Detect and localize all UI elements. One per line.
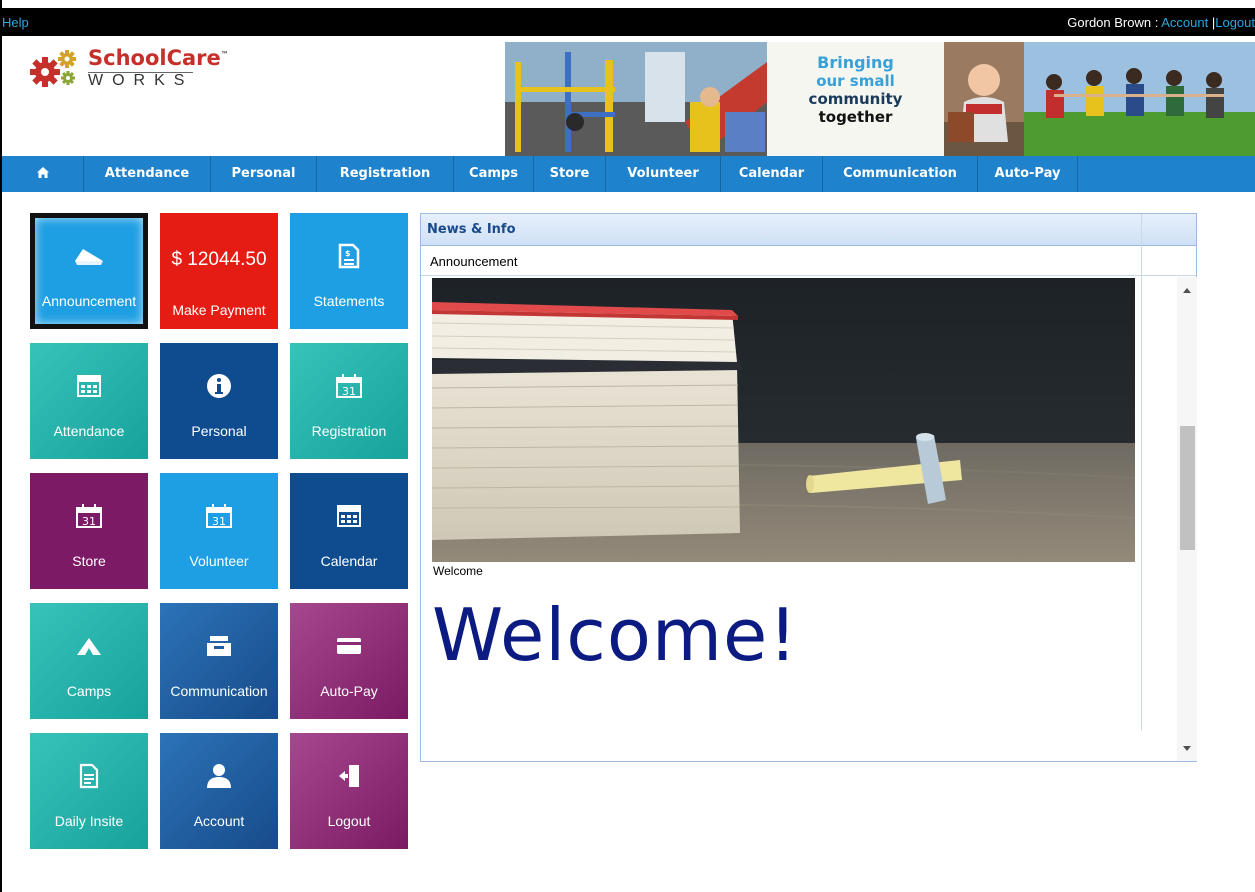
welcome-heading: Welcome! bbox=[432, 593, 799, 677]
svg-text:31: 31 bbox=[342, 385, 356, 398]
tile-daily-insite[interactable]: Daily Insite bbox=[30, 733, 148, 849]
tile-camps[interactable]: Camps bbox=[30, 603, 148, 719]
tile-store[interactable]: 31 Store bbox=[30, 473, 148, 589]
gears-icon bbox=[30, 50, 76, 87]
tile-label: Statements bbox=[313, 293, 385, 309]
slogan-line-3: community bbox=[808, 90, 903, 108]
tile-label: Logout bbox=[327, 813, 371, 829]
nav-home[interactable] bbox=[2, 156, 84, 192]
image-caption: Welcome bbox=[433, 564, 483, 578]
tile-announcement[interactable]: Announcement bbox=[30, 213, 148, 329]
nav-attendance[interactable]: Attendance bbox=[84, 156, 211, 192]
news-panel: News & Info Announcement Welcome Welcome… bbox=[420, 213, 1197, 762]
user-icon bbox=[207, 764, 231, 788]
tent-icon bbox=[77, 638, 101, 655]
tile-label: Daily Insite bbox=[54, 813, 124, 829]
playground-photo bbox=[505, 42, 767, 156]
home-icon bbox=[36, 167, 49, 178]
help-link[interactable]: Help bbox=[2, 15, 29, 30]
tile-logout[interactable]: Logout bbox=[290, 733, 408, 849]
child-photo bbox=[944, 42, 1024, 156]
scroll-up-arrow-icon[interactable] bbox=[1177, 283, 1197, 297]
slogan-line-2: our small bbox=[816, 72, 895, 90]
tile-statements[interactable]: $ Statements bbox=[290, 213, 408, 329]
announcement-content: Welcome Welcome! bbox=[422, 277, 1141, 761]
nav-camps[interactable]: Camps bbox=[454, 156, 534, 192]
tile-label: Attendance bbox=[53, 423, 125, 439]
tile-auto-pay[interactable]: Auto-Pay bbox=[290, 603, 408, 719]
svg-text:31: 31 bbox=[82, 515, 96, 528]
logout-door-icon bbox=[339, 765, 359, 787]
tile-label: Communication bbox=[170, 683, 268, 699]
payment-amount: $ 12044.50 bbox=[171, 249, 267, 270]
schoolcare-logo[interactable]: SchoolCare™ WORKS bbox=[28, 44, 258, 94]
top-bar: Help Gordon Brown : Account |Logout bbox=[2, 8, 1255, 36]
tile-label: Volunteer bbox=[189, 553, 249, 569]
tile-personal[interactable]: Personal bbox=[160, 343, 278, 459]
megaphone-icon bbox=[75, 249, 103, 265]
calendar-31-icon: 31 bbox=[76, 504, 102, 528]
tile-label: Registration bbox=[311, 423, 387, 439]
logout-link[interactable]: Logout bbox=[1215, 15, 1255, 30]
vertical-scrollbar[interactable] bbox=[1177, 277, 1197, 761]
tile-label: Announcement bbox=[41, 293, 137, 309]
document-icon bbox=[79, 763, 99, 789]
main-nav: Attendance Personal Registration Camps S… bbox=[2, 156, 1255, 192]
tile-calendar[interactable]: Calendar bbox=[290, 473, 408, 589]
banner-slogan: Bringing our small community together bbox=[767, 42, 944, 156]
calendar-grid-icon bbox=[77, 375, 101, 397]
tile-make-payment[interactable]: $ 12044.50 Make Payment bbox=[160, 213, 278, 329]
column-header: Announcement bbox=[421, 246, 1196, 276]
news-panel-title: News & Info bbox=[421, 214, 1196, 246]
credit-card-icon bbox=[337, 638, 361, 654]
nav-volunteer[interactable]: Volunteer bbox=[606, 156, 721, 192]
slogan-line-1: Bringing bbox=[817, 53, 894, 72]
tile-registration[interactable]: 31 Registration bbox=[290, 343, 408, 459]
app-window: Help Gordon Brown : Account |Logout Scho… bbox=[0, 0, 1255, 892]
tile-attendance[interactable]: Attendance bbox=[30, 343, 148, 459]
nav-calendar[interactable]: Calendar bbox=[721, 156, 823, 192]
tile-label: Store bbox=[72, 553, 106, 569]
logo-brand: SchoolCare™ bbox=[88, 46, 229, 70]
user-box: Gordon Brown : Account |Logout bbox=[1067, 15, 1255, 30]
tile-label: Account bbox=[193, 813, 245, 829]
scrollbar-thumb[interactable] bbox=[1180, 426, 1195, 550]
account-link[interactable]: Account bbox=[1161, 15, 1208, 30]
tile-label: Personal bbox=[191, 423, 247, 439]
slogan-line-4: together bbox=[818, 108, 893, 126]
column-header-announcement[interactable]: Announcement bbox=[430, 254, 517, 269]
calendar-grid-icon bbox=[337, 505, 361, 527]
tile-label: Auto-Pay bbox=[320, 683, 378, 699]
nav-store[interactable]: Store bbox=[534, 156, 606, 192]
nav-communication[interactable]: Communication bbox=[823, 156, 978, 192]
books-chalk-photo bbox=[432, 278, 1135, 562]
nav-personal[interactable]: Personal bbox=[211, 156, 317, 192]
tile-communication[interactable]: Communication bbox=[160, 603, 278, 719]
svg-text:31: 31 bbox=[212, 515, 226, 528]
statement-icon: $ bbox=[338, 243, 360, 269]
nav-registration[interactable]: Registration bbox=[317, 156, 454, 192]
tile-label: Calendar bbox=[320, 553, 378, 569]
calendar-31-icon: 31 bbox=[336, 374, 362, 398]
user-name: Gordon Brown : bbox=[1067, 15, 1159, 30]
svg-text:$: $ bbox=[345, 249, 351, 258]
header-banner: Bringing our small community together bbox=[505, 42, 1255, 156]
tile-label: Make Payment bbox=[172, 302, 266, 318]
tile-label: Camps bbox=[66, 683, 112, 699]
nav-auto-pay[interactable]: Auto-Pay bbox=[978, 156, 1078, 192]
calendar-31-icon: 31 bbox=[206, 504, 232, 528]
inbox-icon bbox=[207, 636, 231, 656]
tile-volunteer[interactable]: 31 Volunteer bbox=[160, 473, 278, 589]
scroll-down-arrow-icon[interactable] bbox=[1177, 741, 1197, 755]
column-divider bbox=[1141, 214, 1142, 730]
logo-subtitle: WORKS bbox=[88, 72, 194, 89]
info-icon bbox=[207, 374, 231, 398]
kids-running-photo bbox=[1024, 42, 1255, 156]
tile-account[interactable]: Account bbox=[160, 733, 278, 849]
trademark: ™ bbox=[220, 50, 229, 59]
